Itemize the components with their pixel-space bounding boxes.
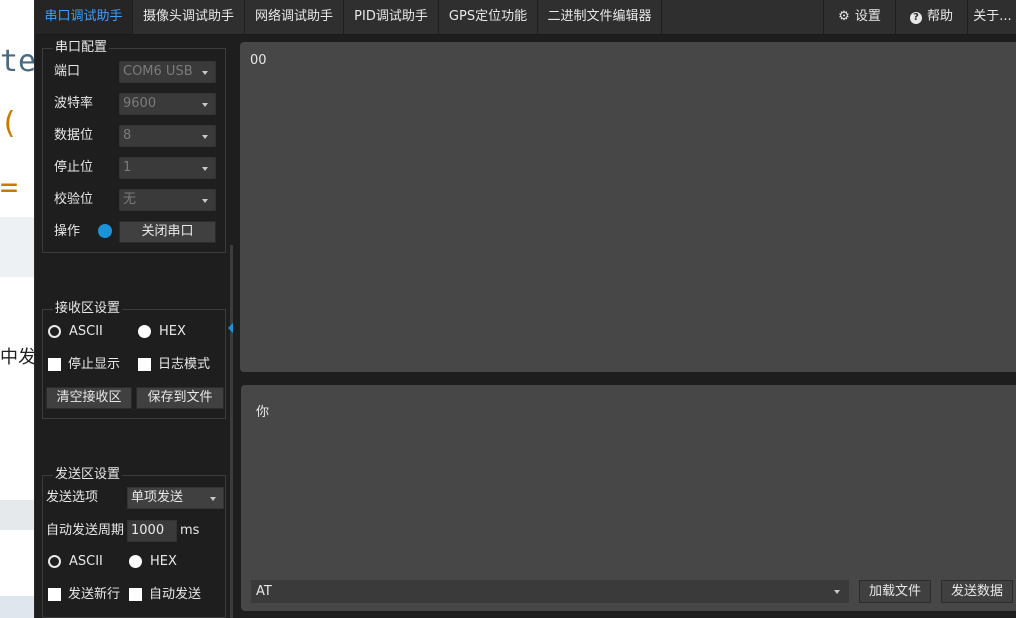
send-option-label: 发送选项 — [46, 490, 99, 505]
operation-label: 操作 — [54, 224, 81, 239]
command-select[interactable]: AT — [251, 580, 849, 603]
stop-display-checkbox[interactable] — [48, 358, 61, 371]
send-newline-label: 发送新行 — [68, 587, 121, 602]
chevron-down-icon — [210, 497, 216, 501]
about-button[interactable]: 关于... — [967, 0, 1016, 34]
receive-settings-group: 接收区设置 ASCII HEX 停止显示 日志模式 清空接收区 保存到文件 — [42, 301, 226, 419]
send-newline-checkbox[interactable] — [48, 588, 61, 601]
stopbits-value: 1 — [123, 160, 132, 175]
send-area[interactable]: 你 — [241, 385, 1016, 611]
port-select[interactable]: COM6 USB — [119, 61, 216, 83]
auto-period-value: 1000 — [131, 523, 165, 538]
receive-hex-label: HEX — [159, 324, 186, 339]
receive-hex-radio[interactable] — [138, 325, 151, 338]
sidebar: 串口配置 端口 COM6 USB 波特率 9600 数据位 8 停止位 1 校验… — [35, 35, 233, 618]
background-text: 中发 — [0, 347, 36, 368]
parity-select[interactable]: 无 — [119, 189, 216, 211]
baud-select[interactable]: 9600 — [119, 93, 216, 115]
send-option-value: 单项发送 — [131, 490, 184, 505]
auto-period-unit: ms — [180, 523, 200, 538]
background-band — [0, 596, 36, 618]
auto-period-label: 自动发送周期 — [46, 523, 125, 538]
stop-display-label: 停止显示 — [68, 357, 121, 372]
auto-send-label: 自动发送 — [149, 587, 202, 602]
stopbits-label: 停止位 — [54, 160, 94, 175]
gear-icon: ⚙ — [838, 9, 850, 24]
top-tab-bar: 串口调试助手 摄像头调试助手 网络调试助手 PID调试助手 GPS定位功能 二进… — [35, 0, 1016, 35]
receive-settings-title: 接收区设置 — [53, 301, 123, 317]
parity-label: 校验位 — [54, 192, 94, 207]
chevron-down-icon — [202, 71, 208, 75]
serial-config-group: 串口配置 端口 COM6 USB 波特率 9600 数据位 8 停止位 1 校验… — [42, 40, 226, 253]
send-content: 你 — [256, 405, 270, 420]
tab-gps[interactable]: GPS定位功能 — [439, 0, 538, 34]
databits-value: 8 — [123, 128, 132, 143]
tab-serial-assistant[interactable]: 串口调试助手 — [35, 0, 133, 34]
auto-period-input[interactable]: 1000 — [127, 520, 177, 542]
panel-splitter[interactable] — [230, 245, 233, 618]
background-window: te ( = 中发 — [0, 0, 36, 618]
background-code-glyph: = — [0, 170, 19, 205]
chevron-down-icon — [202, 135, 208, 139]
help-label: 帮助 — [926, 9, 953, 24]
send-option-select[interactable]: 单项发送 — [127, 487, 224, 509]
serial-config-title: 串口配置 — [53, 40, 110, 56]
chevron-down-icon — [202, 103, 208, 107]
receive-ascii-radio[interactable] — [48, 325, 61, 338]
parity-value: 无 — [123, 192, 137, 207]
receive-content: 00 — [250, 53, 267, 68]
port-label: 端口 — [54, 64, 81, 79]
send-ascii-radio[interactable] — [48, 555, 61, 568]
log-mode-checkbox[interactable] — [138, 358, 151, 371]
send-settings-title: 发送区设置 — [53, 467, 123, 483]
send-ascii-label: ASCII — [69, 554, 103, 569]
chevron-down-icon — [834, 590, 840, 594]
close-port-button[interactable]: 关闭串口 — [119, 221, 216, 243]
load-file-button[interactable]: 加载文件 — [859, 580, 931, 603]
stopbits-select[interactable]: 1 — [119, 157, 216, 179]
background-code-glyph: te — [0, 44, 36, 79]
tab-camera-assistant[interactable]: 摄像头调试助手 — [133, 0, 245, 34]
clear-receive-button[interactable]: 清空接收区 — [46, 387, 132, 409]
connection-status-indicator — [98, 224, 112, 238]
send-data-button[interactable]: 发送数据 — [941, 580, 1013, 603]
send-hex-label: HEX — [150, 554, 177, 569]
databits-select[interactable]: 8 — [119, 125, 216, 147]
baud-value: 9600 — [123, 96, 157, 111]
port-value: COM6 USB — [123, 64, 193, 79]
settings-button[interactable]: ⚙ 设置 — [823, 0, 895, 34]
save-to-file-button[interactable]: 保存到文件 — [136, 387, 224, 409]
help-icon: ? — [909, 12, 922, 24]
help-button[interactable]: ? 帮助 — [895, 0, 967, 34]
receive-ascii-label: ASCII — [69, 324, 103, 339]
tab-pid-assistant[interactable]: PID调试助手 — [344, 0, 439, 34]
send-hex-radio[interactable] — [129, 555, 142, 568]
background-band — [0, 217, 36, 277]
chevron-down-icon — [202, 199, 208, 203]
background-band — [0, 500, 36, 530]
send-settings-group: 发送区设置 发送选项 单项发送 自动发送周期 1000 ms ASCII HEX… — [42, 467, 226, 618]
log-mode-label: 日志模式 — [158, 357, 211, 372]
tab-network-assistant[interactable]: 网络调试助手 — [245, 0, 344, 34]
app-window: 串口调试助手 摄像头调试助手 网络调试助手 PID调试助手 GPS定位功能 二进… — [34, 0, 1016, 618]
receive-area[interactable]: 00 — [240, 42, 1016, 372]
settings-label: 设置 — [854, 9, 881, 24]
about-label: 关于... — [973, 9, 1012, 24]
collapse-arrow-icon[interactable] — [228, 323, 233, 333]
chevron-down-icon — [202, 167, 208, 171]
command-value: AT — [256, 584, 272, 599]
auto-send-checkbox[interactable] — [129, 588, 142, 601]
baud-label: 波特率 — [54, 96, 94, 111]
background-code-glyph: ( — [0, 106, 19, 141]
tab-binary-editor[interactable]: 二进制文件编辑器 — [538, 0, 662, 34]
databits-label: 数据位 — [54, 128, 94, 143]
